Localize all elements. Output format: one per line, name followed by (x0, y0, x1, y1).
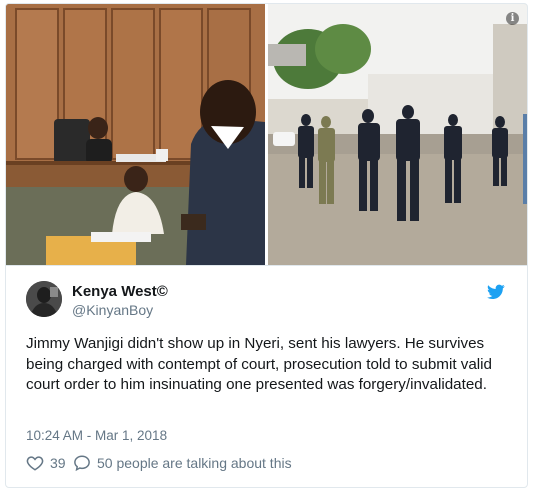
twitter-bird-icon[interactable] (487, 284, 505, 300)
info-icon[interactable]: i (506, 12, 519, 25)
tweet-header: Kenya West© @KinyanBoy (26, 281, 507, 321)
tweet-text: Jimmy Wanjigi didn't show up in Nyeri, s… (26, 335, 493, 393)
like-count[interactable]: 39 (50, 455, 66, 471)
heart-icon[interactable] (26, 454, 44, 472)
officers-photo[interactable] (268, 4, 527, 265)
embedded-tweet-card: i Kenya West© @KinyanBoy Jimmy Wanjigi d… (5, 3, 528, 488)
tweet-media[interactable]: i (6, 4, 527, 266)
courtroom-photo[interactable] (6, 4, 265, 265)
talking-count-link[interactable]: 50 people are talking about this (97, 455, 292, 471)
tweet-timestamp[interactable]: 10:24 AM - Mar 1, 2018 (26, 428, 167, 443)
author-name[interactable]: Kenya West© (72, 283, 168, 300)
speech-bubble-icon[interactable] (73, 454, 91, 472)
avatar[interactable] (26, 281, 62, 317)
author-handle[interactable]: @KinyanBoy (72, 302, 153, 318)
